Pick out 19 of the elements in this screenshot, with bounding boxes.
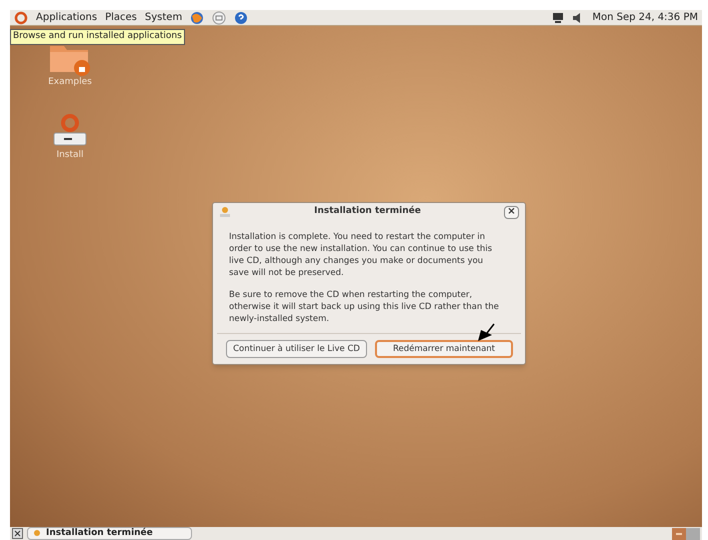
workspace-switcher-icon[interactable]	[672, 528, 700, 540]
taskbar-button[interactable]: Installation terminée	[27, 527, 192, 540]
show-desktop-icon[interactable]	[12, 528, 23, 539]
pointer-arrow	[476, 323, 496, 342]
monitor-icon[interactable]	[552, 12, 564, 24]
menu-item[interactable]: Applications	[36, 10, 98, 25]
dialog-message: Installation is complete. You need to restart the computer in order to use the new installation. You can continue to use this live CD, although any changes you make or documents you save will not be preserved.	[229, 231, 494, 279]
globe-icon[interactable]	[190, 10, 204, 24]
clock[interactable]: Mon Sep 24, 4:36 PM	[592, 10, 698, 25]
logo-icon[interactable]	[14, 10, 28, 24]
dialog-button[interactable]: Continuer à utiliser le Live CD	[226, 340, 367, 358]
close-button[interactable]: ×	[504, 206, 519, 218]
dialog-button[interactable]: Redémarrer maintenant	[374, 340, 513, 358]
menu-item[interactable]: Places	[105, 10, 137, 25]
window-title: Installation terminée	[313, 205, 422, 218]
menu-item[interactable]: System	[144, 10, 182, 25]
tooltip: Browse and run installed applications	[10, 29, 185, 44]
dialog-message: Be sure to remove the CD when restarting the computer, otherwise it will start back up using this live CD rather than the newly-installed system.	[229, 289, 499, 325]
help-icon[interactable]	[234, 10, 248, 24]
